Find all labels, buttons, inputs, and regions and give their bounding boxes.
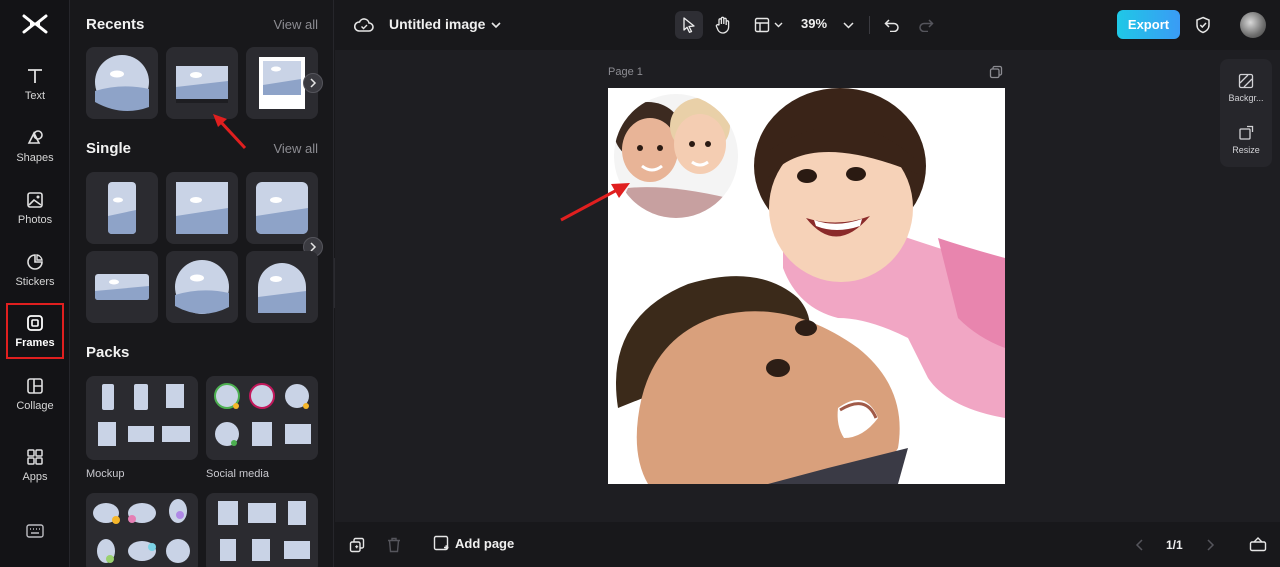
hand-icon [715, 16, 730, 34]
title-dropdown-button[interactable] [489, 11, 503, 39]
left-rail: Text Shapes Photos Stickers Frames Colla… [0, 0, 70, 567]
side-tools-panel: Backgr... Resize [1220, 59, 1272, 167]
hand-tool-button[interactable] [709, 11, 737, 39]
zoom-dropdown-button[interactable] [841, 11, 855, 39]
canvas-page[interactable] [608, 88, 1005, 484]
rail-item-label: Text [24, 90, 46, 102]
zoom-level[interactable]: 39% [801, 16, 827, 31]
recents-next-button[interactable] [303, 73, 323, 93]
page-label: Page 1 [608, 66, 643, 78]
pack-label: Social media [206, 468, 269, 480]
redo-icon [919, 19, 934, 32]
capcut-logo-icon[interactable] [22, 12, 48, 36]
rail-item-collage[interactable]: Collage [6, 366, 64, 422]
rail-item-stickers[interactable]: Stickers [6, 242, 64, 298]
rail-item-label: Collage [16, 400, 54, 412]
shield-button[interactable] [1192, 11, 1214, 39]
rail-item-apps[interactable]: Apps [6, 437, 64, 493]
rail-item-label: Frames [15, 337, 55, 349]
shield-check-icon [1196, 16, 1210, 34]
rail-item-shapes[interactable]: Shapes [6, 118, 64, 174]
toolbar-divider [869, 16, 870, 34]
add-page-label: Add page [455, 535, 515, 551]
background-tool-label: Backgr... [1228, 93, 1264, 103]
add-page-icon [433, 535, 449, 551]
add-page-button[interactable]: Add page [433, 535, 514, 551]
rail-item-text[interactable]: Text [6, 56, 64, 112]
background-icon [1238, 73, 1254, 89]
duplicate-icon[interactable] [349, 537, 365, 553]
frame-rounded-square[interactable] [246, 172, 318, 244]
apps-icon [27, 449, 43, 465]
layout-menu-button[interactable] [749, 11, 787, 39]
frame-arch[interactable] [246, 251, 318, 323]
chevron-down-icon [491, 22, 501, 29]
text-icon [28, 69, 42, 83]
bottom-bar: Add page 1/1 [335, 522, 1280, 567]
pack-social-media[interactable] [206, 376, 318, 460]
trash-icon[interactable] [387, 537, 401, 553]
pages-panel-icon[interactable] [1249, 536, 1267, 552]
rail-item-label: Shapes [16, 152, 54, 164]
photos-icon [27, 192, 43, 208]
packs-title: Packs [86, 344, 130, 361]
resize-tool-button[interactable]: Resize [1220, 115, 1272, 165]
recents-view-all-link[interactable]: View all [273, 17, 318, 32]
annotation-arrow-canvas [560, 183, 630, 222]
recent-frame-landscape[interactable] [166, 47, 238, 119]
chevron-down-icon [774, 22, 782, 28]
single-title: Single [86, 140, 132, 157]
rail-item-photos[interactable]: Photos [6, 180, 64, 236]
chevron-down-icon [842, 21, 854, 29]
single-view-all-link[interactable]: View all [273, 141, 318, 156]
prev-page-icon[interactable] [1135, 538, 1145, 552]
export-button[interactable]: Export [1117, 10, 1180, 39]
recents-title: Recents [86, 16, 145, 33]
top-bar: Untitled image 39% Export [335, 0, 1280, 50]
rail-item-label: Stickers [15, 276, 55, 288]
pack-film[interactable] [206, 493, 318, 567]
page-counter: 1/1 [1166, 538, 1183, 552]
collage-icon [27, 378, 43, 394]
rail-item-label: Photos [17, 214, 53, 226]
cloud-icon [354, 18, 374, 32]
layout-icon [754, 17, 769, 33]
shapes-icon [27, 130, 43, 144]
document-title[interactable]: Untitled image [389, 16, 485, 32]
frame-circle[interactable] [166, 251, 238, 323]
undo-icon [884, 19, 899, 32]
photo-father-and-child[interactable] [608, 88, 1005, 484]
select-tool-button[interactable] [675, 11, 703, 39]
annotation-arrow-recents [213, 114, 247, 150]
redo-button[interactable] [915, 11, 937, 39]
frames-panel: Recents View all Single View all Packs M… [71, 0, 334, 567]
undo-button[interactable] [881, 11, 903, 39]
resize-icon [1239, 125, 1254, 140]
frame-square[interactable] [166, 172, 238, 244]
user-avatar[interactable] [1240, 12, 1266, 38]
recent-frame-circle[interactable] [86, 47, 158, 119]
pack-label: Mockup [86, 468, 125, 480]
pointer-icon [683, 17, 695, 33]
duplicate-page-icon[interactable] [989, 65, 1003, 79]
canvas-workspace[interactable]: Page 1 Backgr... Resize [335, 50, 1280, 522]
pack-mockup[interactable] [86, 376, 198, 460]
frame-portrait-rounded[interactable] [86, 172, 158, 244]
cloud-save-button[interactable] [353, 11, 375, 39]
stickers-icon [27, 254, 43, 270]
keyboard-icon[interactable] [26, 524, 44, 538]
background-tool-button[interactable]: Backgr... [1220, 63, 1272, 113]
resize-tool-label: Resize [1232, 145, 1260, 155]
frames-icon [27, 315, 43, 331]
next-page-icon[interactable] [1205, 538, 1215, 552]
frame-wide-rounded[interactable] [86, 251, 158, 323]
rail-item-label: Apps [22, 471, 48, 483]
rail-item-frames[interactable]: Frames [6, 303, 64, 359]
chevron-right-icon [310, 78, 317, 88]
pack-blobs[interactable] [86, 493, 198, 567]
